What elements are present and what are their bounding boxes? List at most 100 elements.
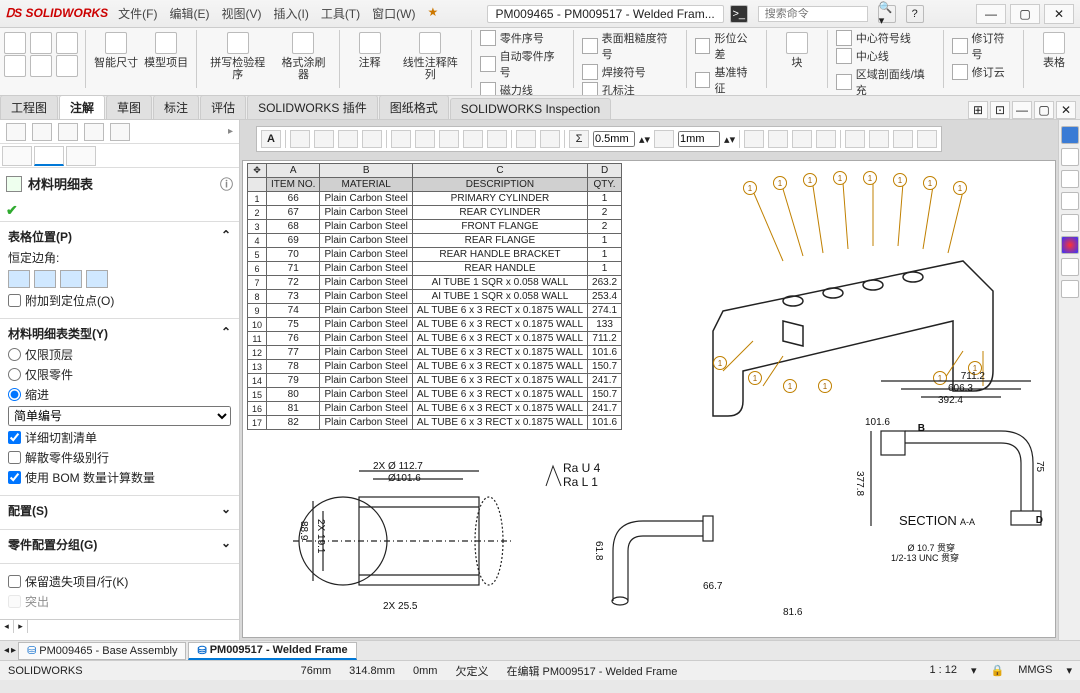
hud-btn14[interactable] <box>768 130 788 148</box>
hud-btn5[interactable] <box>391 130 411 148</box>
collapse-icon[interactable]: ⌃ <box>221 228 231 245</box>
radio-parts-only[interactable]: 仅限零件 <box>8 366 231 383</box>
hud-align-center-icon[interactable] <box>314 130 334 148</box>
hud-btn16[interactable] <box>816 130 836 148</box>
table-row[interactable]: 671Plain Carbon SteelREAR HANDLE1 <box>248 262 622 276</box>
menu-help-icon[interactable]: ★ <box>427 5 438 22</box>
save-icon[interactable] <box>56 32 78 54</box>
child-min-button[interactable]: — <box>1012 101 1032 119</box>
ok-button[interactable]: ✔ <box>6 202 18 219</box>
drawing-sheet[interactable]: 4 3 2 D C ✥ABCDITEM NO.MATERIALDESCRIPTI… <box>242 160 1056 638</box>
hud-stepper-1[interactable]: ▴▾ <box>639 133 650 146</box>
tab-drawing[interactable]: 工程图 <box>0 95 58 119</box>
collapse-icon[interactable]: ⌄ <box>221 502 231 519</box>
ribbon-auto-balloon[interactable]: 自动零件序号 <box>480 48 565 80</box>
balloon[interactable]: 1 <box>773 176 787 190</box>
search-box[interactable] <box>758 6 868 22</box>
table-row[interactable]: 1378Plain Carbon SteelAL TUBE 6 x 3 RECT… <box>248 360 622 374</box>
table-corner[interactable]: ✥ <box>248 164 267 178</box>
child-tile-icon[interactable]: ⊞ <box>968 101 988 119</box>
open-icon[interactable] <box>30 32 52 54</box>
hud-align-justify-icon[interactable] <box>362 130 382 148</box>
fm-tab-4[interactable] <box>84 123 104 141</box>
ribbon-rev-symbol[interactable]: 修订符号 <box>952 30 1015 62</box>
hud-btn17[interactable] <box>845 130 865 148</box>
scroll-right-icon[interactable]: ▸ <box>14 620 28 633</box>
maximize-button[interactable]: ▢ <box>1010 4 1040 24</box>
fm-tab-3[interactable] <box>58 123 78 141</box>
hud-btn11[interactable] <box>540 130 560 148</box>
balloon[interactable]: 1 <box>748 371 762 385</box>
hud-btn6[interactable] <box>415 130 435 148</box>
corner-bl[interactable] <box>60 270 82 288</box>
corner-tl[interactable] <box>8 270 30 288</box>
ribbon-datum[interactable]: 基准特征 <box>695 64 758 96</box>
status-units[interactable]: MMGS <box>1018 664 1052 677</box>
child-close-button[interactable]: ✕ <box>1056 101 1076 119</box>
collapse-icon[interactable]: ⌄ <box>221 536 231 553</box>
balloon[interactable]: 1 <box>783 379 797 393</box>
bom-header[interactable]: DESCRIPTION <box>412 178 587 192</box>
hud-btn20[interactable] <box>917 130 937 148</box>
tab-addins[interactable]: SOLIDWORKS 插件 <box>247 95 378 119</box>
col-header[interactable]: C <box>412 164 587 178</box>
hud-btn13[interactable] <box>744 130 764 148</box>
menu-window[interactable]: 窗口(W) <box>372 5 415 22</box>
help-icon[interactable]: ? <box>906 5 924 23</box>
ribbon-rev-cloud[interactable]: 修订云 <box>952 64 1005 80</box>
tp-resources-icon[interactable] <box>1061 126 1079 144</box>
scroll-left-icon[interactable]: ◂ <box>0 620 14 633</box>
table-row[interactable]: 1479Plain Carbon SteelAL TUBE 6 x 3 RECT… <box>248 374 622 388</box>
traffic-icon[interactable] <box>30 55 52 77</box>
status-lock-icon[interactable]: 🔒 <box>991 664 1005 677</box>
search-button[interactable]: 🔍▾ <box>878 5 896 23</box>
table-row[interactable]: 873Plain Carbon SteelAI TUBE 1 SQR x 0.0… <box>248 290 622 304</box>
col-header[interactable]: D <box>588 164 622 178</box>
ribbon-centerline[interactable]: 中心线 <box>836 48 889 64</box>
tp-design-library-icon[interactable] <box>1061 170 1079 188</box>
tp-home-icon[interactable] <box>1061 148 1079 166</box>
hud-font-icon[interactable]: A <box>261 130 281 148</box>
home-icon[interactable] <box>4 32 26 54</box>
table-row[interactable]: 1580Plain Carbon SteelAL TUBE 6 x 3 RECT… <box>248 388 622 402</box>
check-use-bom-qty[interactable]: 使用 BOM 数量计算数量 <box>8 469 231 486</box>
table-row[interactable]: 1075Plain Carbon SteelAL TUBE 6 x 3 RECT… <box>248 318 622 332</box>
balloon[interactable]: 1 <box>818 379 832 393</box>
ribbon-spell[interactable]: 拼写检验程序 <box>205 30 270 81</box>
fm-tab-1[interactable] <box>6 123 26 141</box>
tp-view-palette-icon[interactable] <box>1061 214 1079 232</box>
hud-btn15[interactable] <box>792 130 812 148</box>
balloon[interactable]: 1 <box>953 181 967 195</box>
tab-markup[interactable]: 标注 <box>153 95 199 119</box>
doc-next-icon[interactable]: ▸ <box>11 645 16 656</box>
hud-align-right-icon[interactable] <box>338 130 358 148</box>
fm-tab-5[interactable] <box>110 123 130 141</box>
hud-btn19[interactable] <box>893 130 913 148</box>
balloon[interactable]: 1 <box>833 171 847 185</box>
col-header[interactable]: A <box>267 164 320 178</box>
search-input[interactable] <box>765 8 861 20</box>
hud-btn12[interactable] <box>654 130 674 148</box>
tab-sheet-format[interactable]: 图纸格式 <box>379 95 449 119</box>
table-row[interactable]: 368Plain Carbon SteelFRONT FLANGE2 <box>248 220 622 234</box>
ribbon-note[interactable]: 注释 <box>348 30 392 69</box>
close-button[interactable]: ✕ <box>1044 4 1074 24</box>
settings-icon[interactable] <box>56 55 78 77</box>
help-pm-icon[interactable]: ⓘ <box>220 174 233 193</box>
radio-top-only[interactable]: 仅限顶层 <box>8 346 231 363</box>
hud-align-left-icon[interactable] <box>290 130 310 148</box>
bom-table[interactable]: ✥ABCDITEM NO.MATERIALDESCRIPTIONQTY.166P… <box>247 163 622 430</box>
pm-tab-3[interactable] <box>66 146 96 166</box>
minimize-button[interactable]: — <box>976 4 1006 24</box>
ribbon-weld-symbol[interactable]: 焊接符号 <box>582 64 646 80</box>
child-cascade-icon[interactable]: ⊡ <box>990 101 1010 119</box>
ribbon-gtol[interactable]: 形位公差 <box>695 30 758 62</box>
tab-inspection[interactable]: SOLIDWORKS Inspection <box>450 98 611 119</box>
table-row[interactable]: 166Plain Carbon SteelPRIMARY CYLINDER1 <box>248 192 622 206</box>
bom-header[interactable]: MATERIAL <box>320 178 412 192</box>
status-scale-menu-icon[interactable]: ▾ <box>971 664 977 677</box>
ribbon-tables[interactable]: 表格 <box>1032 30 1076 69</box>
tp-forum-icon[interactable] <box>1061 280 1079 298</box>
ribbon-hatch[interactable]: 区域剖面线/填充 <box>836 66 935 96</box>
ribbon-format-painter[interactable]: 格式涂刷器 <box>276 30 330 81</box>
